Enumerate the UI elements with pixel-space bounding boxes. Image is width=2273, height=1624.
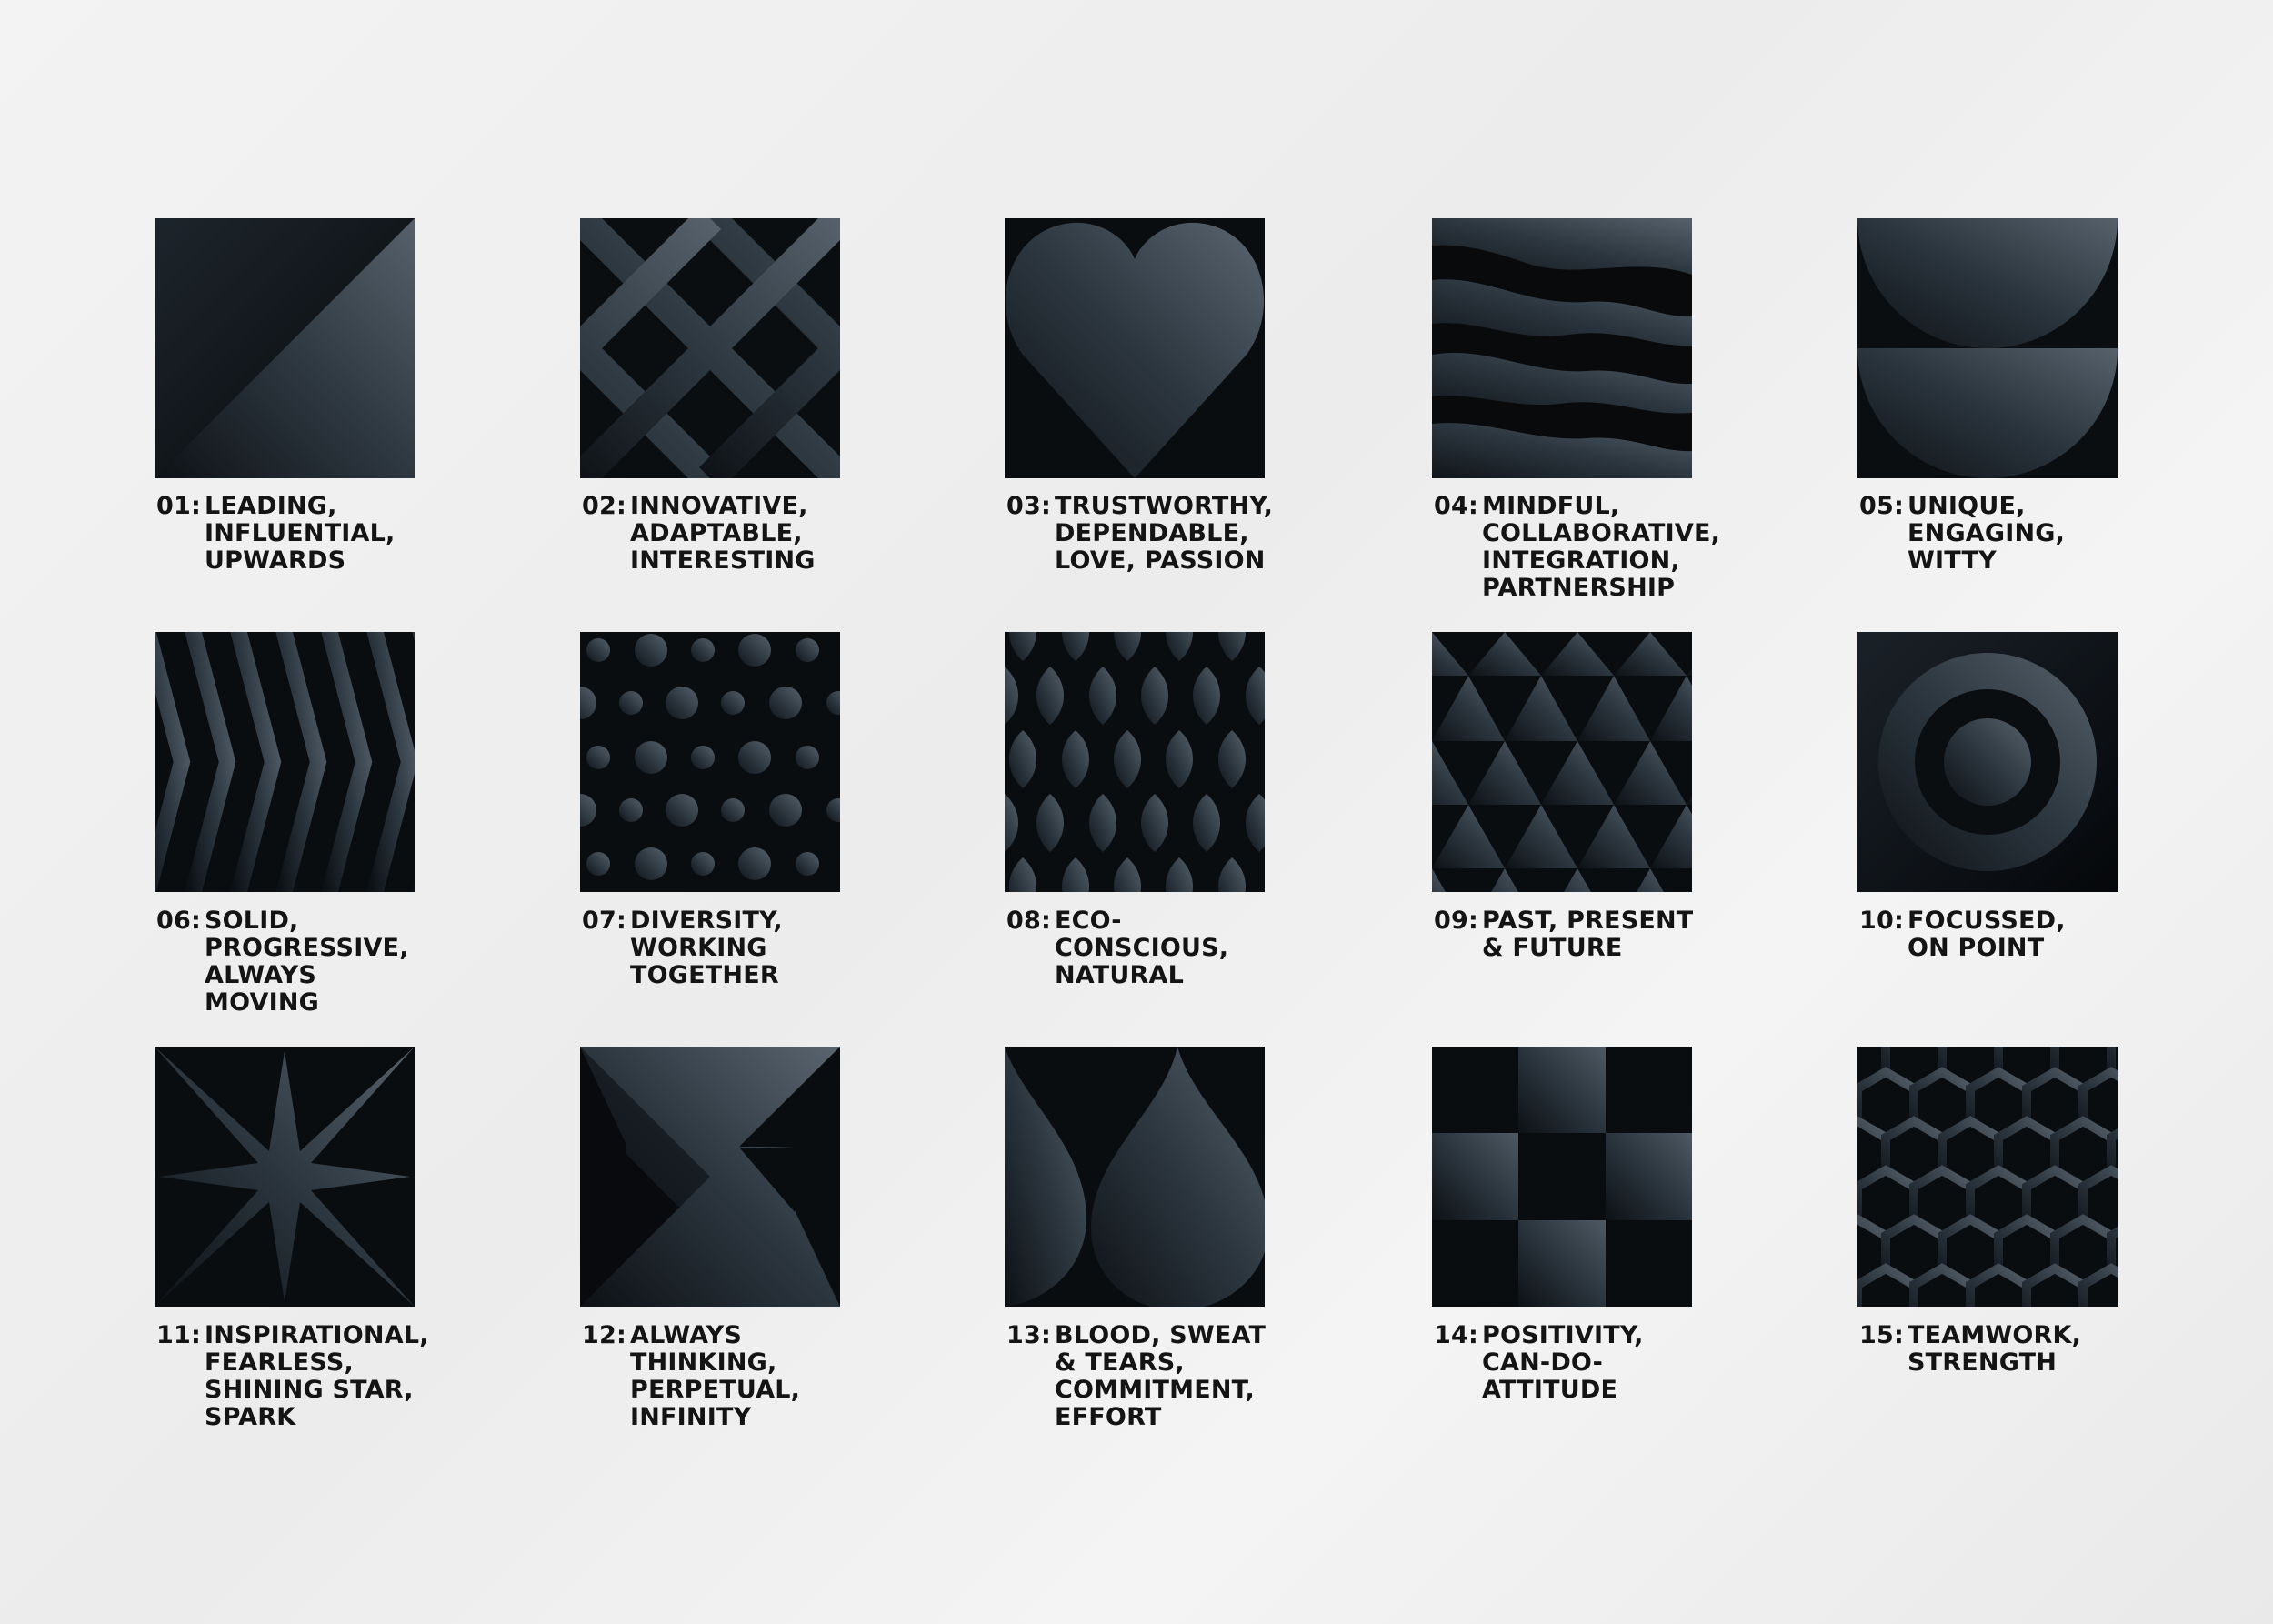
tile-number: 12:: [582, 1321, 626, 1349]
tile-keywords: UNIQUE, ENGAGING, WITTY: [1908, 492, 2066, 575]
diamond-lattice-pattern-icon: [580, 218, 840, 478]
tile-number: 02:: [582, 492, 626, 520]
tile-09: [1432, 632, 1692, 892]
tile-keywords: MINDFUL, COLLABORATIVE, INTEGRATION, PAR…: [1482, 492, 1721, 602]
tile-02-label: 02: INNOVATIVE, ADAPTABLE, INTERESTING: [582, 493, 855, 575]
tile-01-label: 01: LEADING, INFLUENTIAL, UPWARDS: [156, 493, 429, 575]
wave-bands-pattern-icon: [1432, 218, 1692, 478]
triangles-pattern-icon: [1432, 632, 1692, 892]
chevron-stripes-pattern-icon: [155, 632, 415, 892]
tile-11-label: 11: INSPIRATIONAL, FEARLESS, SHINING STA…: [156, 1322, 429, 1431]
tile-04-label: 04: MINDFUL, COLLABORATIVE, INTEGRATION,…: [1434, 492, 1720, 602]
tile-number: 08:: [1006, 907, 1051, 935]
tile-keywords: SOLID, PROGRESSIVE, ALWAYS MOVING: [205, 907, 409, 1017]
tile-number: 11:: [156, 1321, 201, 1349]
tile-keywords: INNOVATIVE, ADAPTABLE, INTERESTING: [630, 492, 816, 575]
page: { "colors": { "background": "#efefef", "…: [0, 0, 2273, 1624]
tile-06: [155, 632, 415, 892]
tile-04: [1432, 218, 1692, 478]
tile-number: 15:: [1859, 1321, 1904, 1349]
tile-keywords: TRUSTWORTHY, DEPENDABLE, LOVE, PASSION: [1055, 492, 1274, 575]
tile-12-label: 12: ALWAYS THINKING, PERPETUAL, INFINITY: [582, 1322, 855, 1431]
tile-06-label: 06: SOLID, PROGRESSIVE, ALWAYS MOVING: [156, 907, 429, 1017]
tile-keywords: TEAMWORK, STRENGTH: [1908, 1321, 2082, 1377]
checkerboard-pattern-icon: [1432, 1047, 1692, 1307]
half-circles-pattern-icon: [1857, 218, 2118, 478]
dots-pattern-icon: [580, 632, 840, 892]
tile-08: [1005, 632, 1265, 892]
tile-number: 10:: [1859, 907, 1904, 935]
heart-pattern-icon: [1005, 218, 1265, 478]
tile-number: 04:: [1434, 492, 1478, 520]
tile-number: 05:: [1859, 492, 1904, 520]
tile-number: 09:: [1434, 907, 1478, 935]
tile-03-label: 03: TRUSTWORTHY, DEPENDABLE, LOVE, PASSI…: [1006, 493, 1279, 575]
tile-number: 14:: [1434, 1321, 1478, 1349]
tile-keywords: POSITIVITY, CAN-DO- ATTITUDE: [1482, 1321, 1644, 1404]
tile-05-label: 05: UNIQUE, ENGAGING, WITTY: [1859, 493, 2132, 575]
diagonal-split-pattern-icon: [155, 218, 415, 478]
tile-keywords: FOCUSSED, ON POINT: [1908, 907, 2066, 962]
star-pattern-icon: [155, 1047, 415, 1307]
tile-09-label: 09: PAST, PRESENT & FUTURE: [1434, 907, 1707, 962]
tile-number: 07:: [582, 907, 626, 935]
tile-number: 13:: [1006, 1321, 1051, 1349]
tile-number: 01:: [156, 492, 201, 520]
tile-number: 06:: [156, 907, 201, 935]
drops-pattern-icon: [1005, 1047, 1265, 1307]
tile-15: [1857, 1047, 2118, 1307]
tile-keywords: BLOOD, SWEAT & TEARS, COMMITMENT, EFFORT: [1055, 1321, 1267, 1431]
tile-13: [1005, 1047, 1265, 1307]
tile-03: [1005, 218, 1265, 478]
tile-05: [1857, 218, 2118, 478]
tile-02: [580, 218, 840, 478]
tile-keywords: PAST, PRESENT & FUTURE: [1482, 907, 1694, 962]
tile-keywords: DIVERSITY, WORKING TOGETHER: [630, 907, 783, 989]
target-pattern-icon: [1857, 632, 2118, 892]
tile-11: [155, 1047, 415, 1307]
infinity-pattern-icon: [580, 1047, 840, 1307]
tile-keywords: LEADING, INFLUENTIAL, UPWARDS: [205, 492, 396, 575]
tile-14: [1432, 1047, 1692, 1307]
tile-07: [580, 632, 840, 892]
tile-keywords: ECO- CONSCIOUS, NATURAL: [1055, 907, 1229, 989]
hexagon-pattern-icon: [1857, 1047, 2118, 1307]
tile-14-label: 14: POSITIVITY, CAN-DO- ATTITUDE: [1434, 1322, 1707, 1404]
tile-10-label: 10: FOCUSSED, ON POINT: [1859, 907, 2132, 962]
leaves-pattern-icon: [1005, 632, 1265, 892]
tile-08-label: 08: ECO- CONSCIOUS, NATURAL: [1006, 907, 1279, 989]
tile-07-label: 07: DIVERSITY, WORKING TOGETHER: [582, 907, 855, 989]
tile-keywords: INSPIRATIONAL, FEARLESS, SHINING STAR, S…: [205, 1321, 429, 1431]
tile-01: [155, 218, 415, 478]
tile-13-label: 13: BLOOD, SWEAT & TEARS, COMMITMENT, EF…: [1006, 1322, 1279, 1431]
tile-10: [1857, 632, 2118, 892]
tile-12: [580, 1047, 840, 1307]
tile-keywords: ALWAYS THINKING, PERPETUAL, INFINITY: [630, 1321, 801, 1431]
tile-15-label: 15: TEAMWORK, STRENGTH: [1859, 1322, 2132, 1377]
tile-number: 03:: [1006, 492, 1051, 520]
